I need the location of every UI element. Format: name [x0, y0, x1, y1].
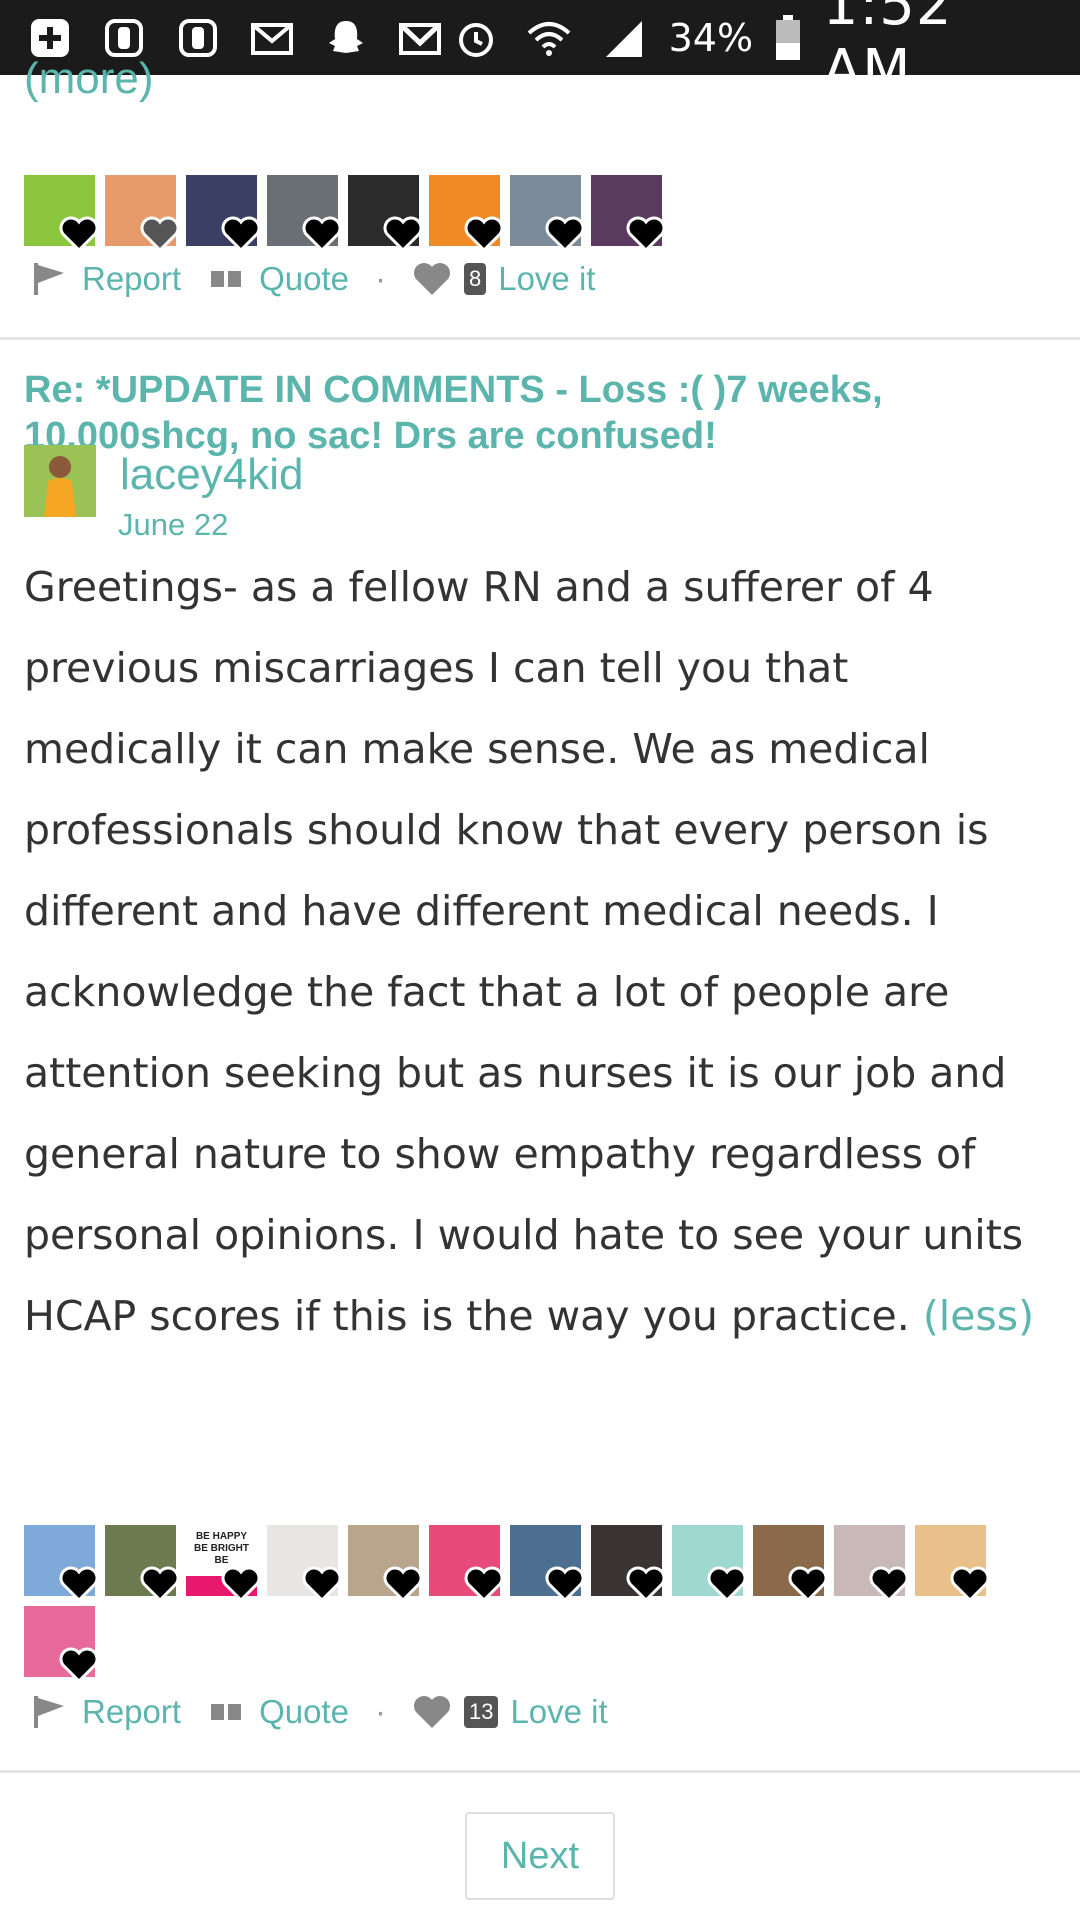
- quote-button[interactable]: Quote: [207, 260, 349, 298]
- heart-icon: [302, 216, 342, 252]
- liker-avatar[interactable]: [348, 175, 423, 252]
- liker-avatar[interactable]: [510, 1525, 585, 1602]
- wifi-icon: [522, 10, 578, 66]
- separator-dot: ·: [374, 1693, 386, 1730]
- battery-icon: [771, 10, 805, 66]
- report-label: Report: [82, 1693, 182, 1730]
- liker-avatar[interactable]: [591, 175, 666, 252]
- heart-icon: [383, 216, 423, 252]
- post-body: Greetings- as a fellow RN and a sufferer…: [24, 547, 1054, 1357]
- liker-avatar[interactable]: [672, 1525, 747, 1602]
- heart-icon: [140, 1566, 180, 1602]
- quote-icon: [211, 1704, 242, 1720]
- liker-avatar[interactable]: [510, 175, 585, 252]
- heart-icon: [464, 1566, 504, 1602]
- post-body-text: Greetings- as a fellow RN and a sufferer…: [24, 563, 1024, 1340]
- quote-icon: [211, 271, 242, 287]
- author-avatar[interactable]: [24, 445, 96, 517]
- liker-avatar[interactable]: [753, 1525, 828, 1602]
- post-divider: [0, 337, 1080, 340]
- love-button[interactable]: 13 Love it: [412, 1693, 608, 1731]
- clock: 1:52 AM: [822, 0, 953, 103]
- heart-icon: [707, 1566, 747, 1602]
- liker-avatar[interactable]: [24, 1525, 99, 1602]
- snapchat-ghost-icon: [318, 10, 374, 66]
- signal-icon: [595, 10, 651, 66]
- liker-avatar-text-image[interactable]: BE HAPPY BE BRIGHT BE: [186, 1525, 261, 1602]
- author-name[interactable]: lacey4kid: [120, 450, 303, 500]
- prev-post-likers: [24, 175, 666, 252]
- gmail-icon: [392, 10, 448, 66]
- love-button[interactable]: 8 Love it: [412, 260, 595, 298]
- love-count: 8: [463, 263, 487, 295]
- flag-icon: [34, 263, 64, 295]
- post-likers: BE HAPPY BE BRIGHT BE: [24, 1525, 1024, 1683]
- heart-icon: [59, 1566, 99, 1602]
- heart-icon: [626, 216, 666, 252]
- heart-icon: [221, 1566, 261, 1602]
- liker-avatar[interactable]: [915, 1525, 990, 1602]
- battery-percent: 34%: [668, 15, 754, 60]
- mail-icon: [244, 10, 300, 66]
- post-divider: [0, 1770, 1080, 1773]
- heart-icon: [950, 1566, 990, 1602]
- less-link[interactable]: (less): [923, 1292, 1034, 1340]
- liker-avatar[interactable]: [267, 175, 342, 252]
- more-link[interactable]: (more): [24, 57, 154, 101]
- heart-icon: [302, 1566, 342, 1602]
- quote-label: Quote: [259, 1693, 349, 1730]
- heart-icon: [59, 1647, 99, 1683]
- heart-icon: [545, 1566, 585, 1602]
- love-label: Love it: [498, 260, 596, 297]
- flag-icon: [34, 1696, 64, 1728]
- liker-avatar[interactable]: [429, 1525, 504, 1602]
- quote-label: Quote: [259, 260, 349, 297]
- liker-avatar[interactable]: [834, 1525, 909, 1602]
- report-button[interactable]: Report: [30, 1693, 181, 1731]
- heart-icon: [140, 216, 180, 252]
- liker-avatar[interactable]: [105, 1525, 180, 1602]
- liker-avatar[interactable]: [186, 175, 261, 252]
- report-label: Report: [82, 260, 182, 297]
- liker-avatar[interactable]: [429, 175, 504, 252]
- heart-icon: [413, 263, 450, 295]
- separator-dot: ·: [374, 260, 386, 297]
- alarm-icon: [448, 10, 504, 66]
- next-page-button[interactable]: Next: [465, 1812, 615, 1900]
- prev-post-actions: Report Quote · 8 Love it: [30, 260, 621, 298]
- heart-icon: [59, 216, 99, 252]
- love-count: 13: [463, 1696, 499, 1728]
- quote-button[interactable]: Quote: [207, 1693, 349, 1731]
- heart-icon: [869, 1566, 909, 1602]
- heart-icon: [545, 216, 585, 252]
- liker-avatar[interactable]: [348, 1525, 423, 1602]
- heart-icon: [383, 1566, 423, 1602]
- post-actions: Report Quote · 13 Love it: [30, 1693, 634, 1731]
- heart-icon: [788, 1566, 828, 1602]
- liker-avatar[interactable]: [267, 1525, 342, 1602]
- remote-icon-2: [170, 10, 226, 66]
- heart-icon: [221, 216, 261, 252]
- status-bar: 34% 1:52 AM: [0, 0, 1080, 103]
- liker-avatar[interactable]: [24, 1606, 99, 1683]
- liker-avatar[interactable]: [24, 175, 99, 252]
- report-button[interactable]: Report: [30, 260, 181, 298]
- liker-avatar[interactable]: [591, 1525, 666, 1602]
- liker-avatar[interactable]: [105, 175, 180, 252]
- post-title[interactable]: Re: *UPDATE IN COMMENTS - Loss :( )7 wee…: [24, 367, 1044, 459]
- heart-icon: [626, 1566, 666, 1602]
- post-date: June 22: [118, 507, 229, 542]
- love-label: Love it: [510, 1693, 608, 1730]
- heart-icon: [413, 1696, 450, 1728]
- avatar-badge-text: BE HAPPY BE BRIGHT BE: [194, 1531, 249, 1566]
- heart-icon: [464, 216, 504, 252]
